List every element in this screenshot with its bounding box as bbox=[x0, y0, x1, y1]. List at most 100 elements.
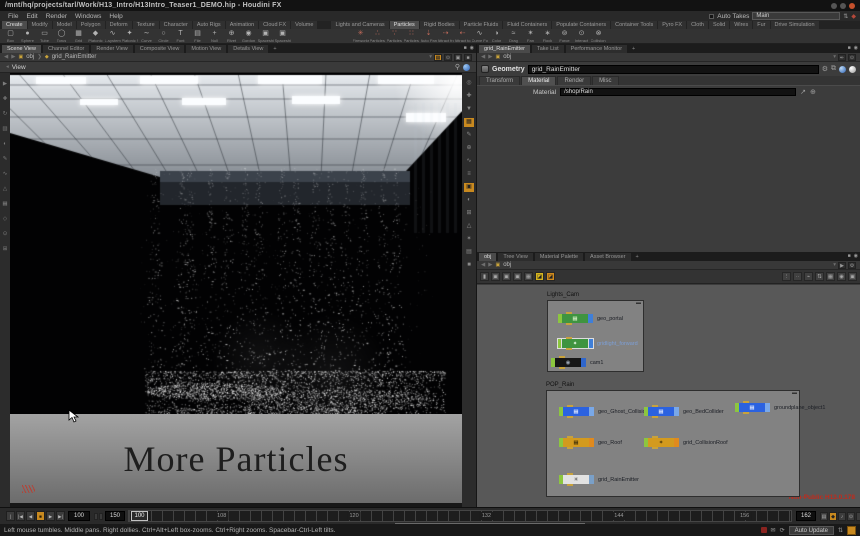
forward-icon[interactable]: ▶ bbox=[488, 54, 492, 60]
gear-icon[interactable]: ⚙ bbox=[822, 65, 828, 73]
orbit-icon[interactable]: ⊙ bbox=[3, 231, 8, 237]
camera-icon[interactable]: ◎ bbox=[464, 79, 474, 88]
breadcrumb-root[interactable]: obj bbox=[503, 262, 511, 268]
play-reverse-button[interactable]: ◀ bbox=[26, 511, 35, 521]
breadcrumb-root[interactable]: obj bbox=[26, 54, 34, 60]
snap-grid-icon[interactable]: ▦ bbox=[826, 272, 835, 281]
new-tab-icon[interactable]: + bbox=[270, 45, 279, 53]
display-flag[interactable] bbox=[581, 358, 586, 367]
path-dropdown-icon[interactable]: ▾ bbox=[429, 54, 432, 60]
pane-split-icon[interactable]: ◉ bbox=[470, 45, 474, 51]
shelf-tool-tube[interactable]: ▭Tube bbox=[36, 29, 53, 43]
timeline-ruler[interactable]: 100 108120132144156 bbox=[128, 510, 792, 522]
menu-icon[interactable]: ≡ bbox=[464, 170, 474, 179]
badge-orange-icon[interactable]: ◪ bbox=[546, 272, 555, 281]
shelf-tool-grid[interactable]: ▦Grid bbox=[70, 29, 87, 43]
tab-performance-monitor[interactable]: Performance Monitor bbox=[566, 45, 627, 53]
tab-asset-browser[interactable]: Asset Browser bbox=[585, 253, 630, 261]
frame-all-icon[interactable]: ▣ bbox=[848, 272, 857, 281]
forward-icon[interactable]: ▶ bbox=[488, 262, 492, 268]
shade-mode-icon[interactable]: ▼ bbox=[464, 105, 474, 114]
tab-material-palette[interactable]: Material Palette bbox=[535, 253, 583, 261]
tab-motion-view[interactable]: Motion View bbox=[186, 45, 226, 53]
display-flag[interactable] bbox=[589, 438, 594, 447]
dots-icon[interactable]: ∙∙ bbox=[793, 272, 802, 281]
node-grid-collisionroof[interactable]: ✶grid_CollisionRoof bbox=[644, 438, 728, 447]
lighting-icon[interactable]: ◐ bbox=[464, 196, 474, 205]
frame-step-up-button[interactable] bbox=[94, 513, 98, 520]
presets-icon[interactable]: ⧉ bbox=[831, 65, 836, 73]
breadcrumb-node[interactable]: grid_RainEmitter bbox=[52, 54, 97, 60]
network-box-lights-cam[interactable]: ▬▦geo_portal✦gridlight_forward◉cam1 bbox=[547, 300, 644, 372]
shelf-tool-platonic[interactable]: ◆Platonic bbox=[87, 29, 104, 43]
add-view-icon[interactable]: ✚ bbox=[464, 92, 474, 101]
pin-icon[interactable]: ⊙ bbox=[848, 54, 856, 61]
shelf-tool-drag[interactable]: ≈Drag bbox=[505, 29, 522, 43]
maximize-pane-icon[interactable]: ■ bbox=[464, 54, 472, 61]
new-tab-icon[interactable]: + bbox=[633, 253, 642, 261]
shelf-tab-modify[interactable]: Modify bbox=[28, 21, 52, 29]
param-tab-transform[interactable]: Transform bbox=[479, 76, 520, 85]
arrange-icon[interactable]: ⇅ bbox=[815, 272, 824, 281]
pane-split-icon[interactable]: ◉ bbox=[854, 253, 858, 259]
display-options-icon[interactable]: ▣ bbox=[464, 183, 474, 192]
display-flag[interactable] bbox=[765, 403, 770, 412]
tab-channel-editor[interactable]: Channel Editor bbox=[43, 45, 89, 53]
shelf-tool-platonic-so[interactable]: ✦Platonic So... bbox=[121, 29, 138, 43]
display-flag[interactable] bbox=[674, 438, 679, 447]
shelf-tab-fur[interactable]: Fur bbox=[753, 21, 769, 29]
help-icon[interactable] bbox=[839, 66, 846, 73]
shelf-tool-font[interactable]: TFont bbox=[172, 29, 189, 43]
param-tab-material[interactable]: Material bbox=[521, 76, 556, 85]
grid-collisionroof-icon[interactable]: ✶ bbox=[648, 438, 674, 447]
grid-rainemitter-icon[interactable]: ✳ bbox=[563, 475, 589, 484]
view-menu-icon[interactable]: ◂ bbox=[6, 64, 9, 70]
open-material-icon[interactable]: ↗ bbox=[800, 88, 806, 96]
pane-list-icon[interactable]: ▮ bbox=[480, 272, 489, 281]
close-button[interactable] bbox=[849, 3, 855, 9]
param-tab-render[interactable]: Render bbox=[557, 76, 591, 85]
mirror-icon[interactable]: ◇ bbox=[3, 216, 7, 222]
tab-take-list[interactable]: Take List bbox=[532, 45, 564, 53]
shelf-tab-container-tools[interactable]: Container Tools bbox=[611, 21, 657, 29]
points-icon[interactable]: ✶ bbox=[464, 235, 474, 244]
take-spinner-icon[interactable]: ⇅ bbox=[843, 13, 848, 20]
display-flag[interactable] bbox=[589, 475, 594, 484]
shelf-tool-gordon[interactable]: ◉Gordon bbox=[240, 29, 257, 43]
shelf-tool-attract-fro[interactable]: ⇢Attract fro... bbox=[437, 29, 454, 43]
path-dropdown-icon[interactable]: ▾ bbox=[833, 262, 836, 268]
collapse-icon[interactable]: ▬ bbox=[792, 391, 797, 396]
grid-toggle-icon[interactable]: ⊞ bbox=[464, 209, 474, 218]
node-geo-ghost-collision[interactable]: ▦geo_Ghost_Collision bbox=[559, 407, 649, 416]
shelf-tab-model[interactable]: Model bbox=[53, 21, 76, 29]
shelf-tool-sphere[interactable]: ●Sphere bbox=[19, 29, 36, 43]
back-icon[interactable]: ◀ bbox=[481, 262, 485, 268]
path-dropdown-icon[interactable]: ▾ bbox=[833, 54, 836, 60]
stop-button[interactable]: ■ bbox=[36, 511, 45, 521]
zoom-icon[interactable]: ◉ bbox=[837, 272, 846, 281]
menu-help[interactable]: Help bbox=[105, 13, 126, 20]
rotate-icon[interactable]: ↻ bbox=[3, 111, 8, 117]
pin-icon[interactable]: ⊙ bbox=[444, 54, 452, 61]
shelf-tab-pyro-fx[interactable]: Pyro FX bbox=[658, 21, 686, 29]
node-groundplane-object1[interactable]: ▦groundplane_object1 bbox=[735, 403, 825, 412]
groundplane-object1-icon[interactable]: ▦ bbox=[739, 403, 765, 412]
shelf-tool-particles-fr[interactable]: ∴Particles fr... bbox=[369, 29, 386, 43]
render-flag-icon[interactable]: ▣ bbox=[502, 272, 511, 281]
character-icon[interactable]: ⚲ bbox=[455, 63, 460, 71]
more-icon[interactable]: ⋮ bbox=[782, 272, 791, 281]
wireframe-icon[interactable]: ∿ bbox=[464, 157, 474, 166]
tab-details-view[interactable]: Details View bbox=[228, 45, 268, 53]
frame-step-down-button[interactable] bbox=[99, 513, 103, 520]
shelf-tab-wires[interactable]: Wires bbox=[730, 21, 752, 29]
link-icon[interactable]: ▣ bbox=[454, 54, 462, 61]
next-frame-button[interactable]: ▶| bbox=[56, 511, 65, 521]
select-icon[interactable]: ▶ bbox=[3, 81, 7, 87]
geo-portal-icon[interactable]: ▦ bbox=[562, 314, 588, 323]
display-flag[interactable] bbox=[588, 314, 593, 323]
shelf-tab-cloud-fx[interactable]: Cloud FX bbox=[259, 21, 290, 29]
param-tab-misc[interactable]: Misc bbox=[592, 76, 618, 85]
layout-icon[interactable]: ⌁ bbox=[804, 272, 813, 281]
node-gridlight-forward[interactable]: ✦gridlight_forward bbox=[558, 339, 638, 348]
menu-windows[interactable]: Windows bbox=[71, 13, 105, 20]
